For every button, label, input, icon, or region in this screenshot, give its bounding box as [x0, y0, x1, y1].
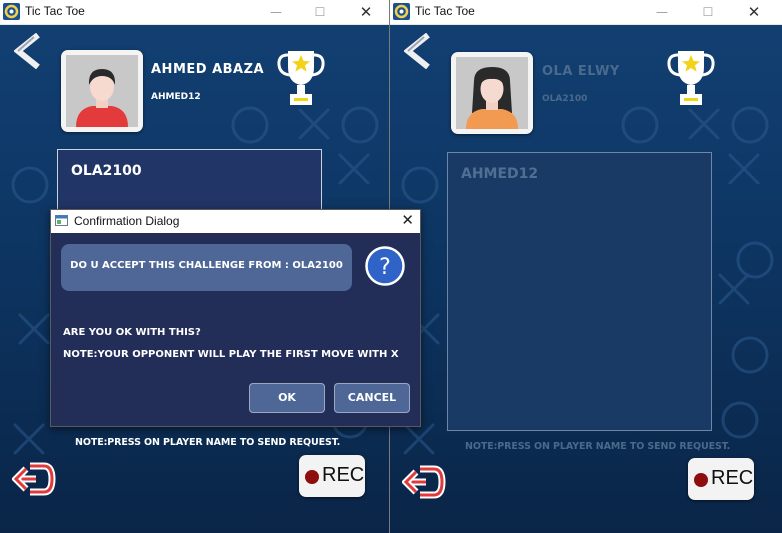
window-title: Tic Tac Toe	[25, 4, 85, 18]
confirmation-dialog: Confirmation Dialog ✕ DO U ACCEPT THIS C…	[50, 209, 421, 427]
title-bar[interactable]: Tic Tac Toe — ☐ ✕	[390, 0, 782, 25]
question-text: DO U ACCEPT THIS CHALLENGE FROM : OLA210…	[70, 260, 343, 271]
dialog-title-bar[interactable]: Confirmation Dialog ✕	[51, 210, 420, 233]
online-players-list: AHMED12	[447, 152, 712, 431]
maximize-button[interactable]: ☐	[302, 1, 338, 23]
exit-icon[interactable]	[12, 462, 56, 496]
record-button[interactable]: REC	[299, 455, 365, 497]
player-name: OLA ELWY	[542, 64, 620, 79]
dialog-app-icon	[55, 215, 68, 226]
record-label: REC	[322, 464, 365, 486]
dialog-close-button[interactable]: ✕	[401, 211, 414, 229]
minimize-button[interactable]: —	[258, 1, 294, 23]
close-button[interactable]: ✕	[348, 1, 384, 23]
exit-icon[interactable]	[402, 465, 446, 499]
female-avatar-icon	[456, 57, 528, 129]
right-window: Tic Tac Toe — ☐ ✕ OLA ELWY OLA2100 AHMED…	[390, 0, 782, 533]
player-avatar	[451, 52, 533, 134]
player-username: AHMED12	[151, 92, 201, 102]
message-line-2: NOTE:YOUR OPPONENT WILL PLAY THE FIRST M…	[63, 349, 399, 360]
dialog-body: DO U ACCEPT THIS CHALLENGE FROM : OLA210…	[51, 233, 420, 426]
player-list-item[interactable]: AHMED12	[461, 166, 538, 182]
trophy-icon[interactable]	[276, 47, 326, 109]
app-icon	[3, 3, 20, 20]
dialog-title: Confirmation Dialog	[74, 214, 180, 228]
male-avatar-icon	[66, 55, 138, 127]
rec-icon	[305, 470, 319, 484]
question-icon: ?	[365, 246, 405, 286]
trophy-icon[interactable]	[666, 47, 716, 109]
ok-button[interactable]: OK	[249, 383, 325, 413]
note-text: NOTE:PRESS ON PLAYER NAME TO SEND REQUES…	[465, 441, 731, 452]
note-text: NOTE:PRESS ON PLAYER NAME TO SEND REQUES…	[75, 437, 341, 448]
title-bar[interactable]: Tic Tac Toe — ☐ ✕	[0, 0, 389, 25]
maximize-button[interactable]: ☐	[690, 1, 726, 23]
player-avatar	[61, 50, 143, 132]
cancel-button[interactable]: CANCEL	[334, 383, 410, 413]
close-button[interactable]: ✕	[736, 1, 772, 23]
back-icon[interactable]	[404, 33, 432, 69]
record-button[interactable]: REC	[688, 458, 754, 500]
minimize-button[interactable]: —	[644, 1, 680, 23]
rec-icon	[694, 473, 708, 487]
svg-text:?: ?	[379, 255, 391, 280]
back-icon[interactable]	[14, 33, 42, 69]
game-lobby: OLA ELWY OLA2100 AHMED12 NOTE:PRESS ON P…	[390, 25, 782, 533]
app-icon	[393, 3, 410, 20]
window-title: Tic Tac Toe	[415, 4, 475, 18]
player-name: AHMED ABAZA	[151, 62, 265, 77]
player-list-item[interactable]: OLA2100	[71, 163, 142, 179]
player-username: OLA2100	[542, 94, 588, 104]
record-label: REC	[711, 467, 754, 489]
message-line-1: ARE YOU OK WITH THIS?	[63, 327, 201, 338]
question-box: DO U ACCEPT THIS CHALLENGE FROM : OLA210…	[61, 244, 352, 291]
